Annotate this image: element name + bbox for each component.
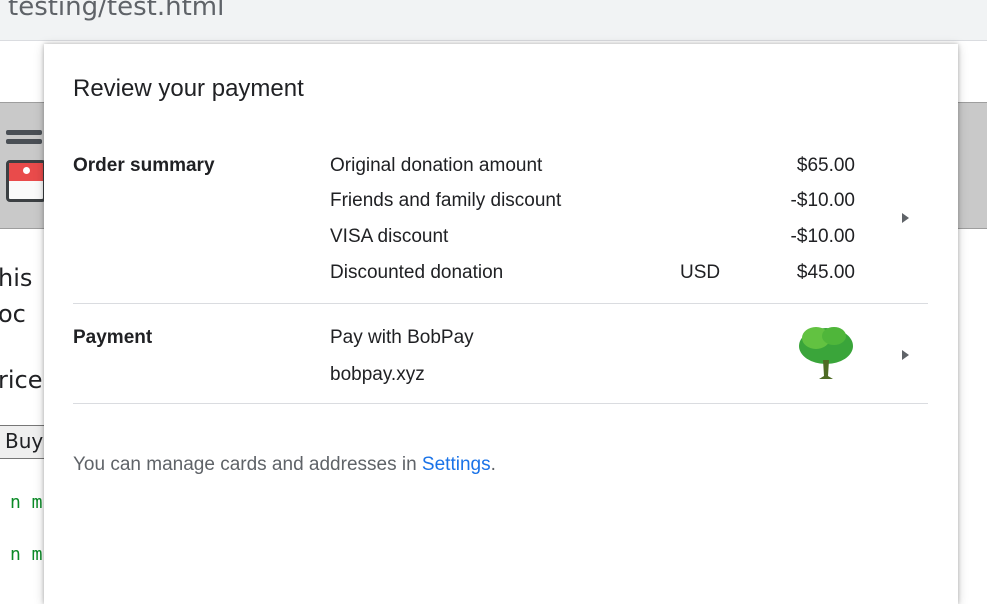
background-code-text: n m xyxy=(10,544,43,565)
url-text: testing/test.html xyxy=(8,0,225,22)
background-code-text: n m xyxy=(10,492,43,513)
menu-icon xyxy=(6,130,42,152)
settings-link[interactable]: Settings xyxy=(422,454,491,475)
footer-note: You can manage cards and addresses in Se… xyxy=(73,454,496,476)
line-item-amount: -$10.00 xyxy=(790,190,855,211)
order-summary-label: Order summary xyxy=(73,155,215,176)
tree-icon xyxy=(799,327,853,379)
chevron-right-icon[interactable] xyxy=(902,350,909,360)
total-amount: $45.00 xyxy=(796,262,855,283)
background-text: his xyxy=(0,264,33,292)
total-name: Discounted donation xyxy=(330,262,504,283)
credit-card-icon xyxy=(6,160,46,202)
total-currency: USD xyxy=(680,262,721,283)
line-item-name: Original donation amount xyxy=(330,155,543,176)
line-item-name: VISA discount xyxy=(330,226,449,247)
line-item-name: Friends and family discount xyxy=(330,190,562,211)
payment-label: Payment xyxy=(73,327,153,348)
line-item-amount: $65.00 xyxy=(796,155,855,176)
footer-text: You can manage cards and addresses in xyxy=(73,454,422,475)
chevron-right-icon[interactable] xyxy=(902,213,909,223)
background-text: rice xyxy=(0,366,43,394)
line-item-amount: -$10.00 xyxy=(790,226,855,247)
dialog-title: Review your payment xyxy=(73,75,304,102)
divider xyxy=(73,403,928,404)
divider xyxy=(73,303,928,304)
payment-method-name: Pay with BobPay xyxy=(330,327,474,348)
address-bar[interactable]: testing/test.html xyxy=(0,0,987,41)
background-text: oc xyxy=(0,300,26,328)
payment-method-origin: bobpay.xyz xyxy=(330,364,425,385)
payment-request-dialog: Review your payment Order summary Origin… xyxy=(44,44,958,604)
footer-suffix: . xyxy=(490,454,496,475)
